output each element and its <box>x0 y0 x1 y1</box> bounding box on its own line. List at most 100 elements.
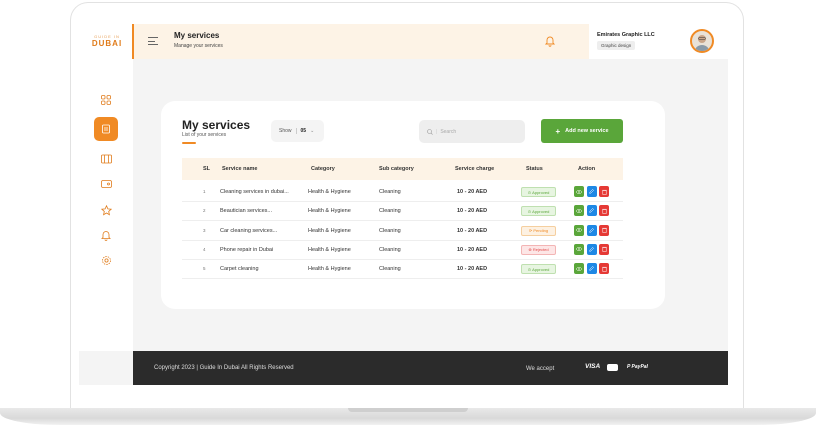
delete-button[interactable] <box>599 224 609 236</box>
delete-button[interactable] <box>599 263 609 275</box>
edit-button[interactable] <box>586 205 597 217</box>
edit-icon <box>589 266 594 271</box>
eye-icon <box>576 208 582 213</box>
paypal-text: PayPal <box>631 364 648 370</box>
row-sub-category: Cleaning <box>379 227 401 234</box>
eye-icon <box>576 247 582 252</box>
table-row: 2 Beautician services... Health & Hygiene C… <box>182 202 623 222</box>
status-badge: ⊙ Approved <box>521 206 556 217</box>
row-service-name[interactable]: Beautician services... <box>220 208 272 214</box>
trash-icon <box>601 247 607 253</box>
user-role: Graphic design <box>597 41 636 50</box>
card-subtitle: List of your services <box>182 132 227 138</box>
status-text: Approved <box>532 266 550 272</box>
mastercard-logo <box>607 364 618 371</box>
services-card: My services List of your services Show 0… <box>161 101 665 309</box>
delete-button[interactable] <box>599 205 609 217</box>
delete-button[interactable] <box>599 243 609 255</box>
chevron-down-icon: ⌄ <box>310 128 315 134</box>
status-text: Pending <box>533 228 549 234</box>
page-title: My services <box>174 31 220 40</box>
eye-icon <box>576 266 582 271</box>
row-sl: 1 <box>203 189 206 194</box>
show-count-select[interactable]: Show 05 ⌄ <box>271 120 324 142</box>
row-actions <box>574 263 609 275</box>
row-sl: 4 <box>203 246 206 252</box>
table-row: 1 Cleaning services in dubai... Health & H… <box>182 183 623 202</box>
view-button[interactable] <box>574 243 584 255</box>
header-bar: My services Manage your services <box>132 24 589 59</box>
edit-icon <box>589 208 594 214</box>
wallet-icon[interactable] <box>94 147 118 171</box>
edit-button[interactable] <box>586 224 597 236</box>
edit-icon <box>589 227 594 233</box>
logo-line2: DUBAI <box>91 39 123 48</box>
notification-bell-icon[interactable] <box>544 34 556 52</box>
col-status: Status <box>526 166 543 172</box>
trash-icon <box>601 266 607 272</box>
row-service-name[interactable]: Carpet cleaning <box>220 266 259 272</box>
row-service-charge: 10 - 20 AED <box>457 208 488 215</box>
we-accept-label: We accept <box>526 366 555 372</box>
plus-icon: + <box>555 126 561 136</box>
row-sub-category: Cleaning <box>379 246 401 253</box>
services-icon[interactable] <box>94 117 118 141</box>
edit-icon <box>589 189 594 194</box>
visa-logo: VISA <box>585 363 601 370</box>
view-button[interactable] <box>574 263 584 275</box>
delete-button[interactable] <box>599 186 609 197</box>
row-sub-category: Cleaning <box>379 266 401 273</box>
edit-button[interactable] <box>586 186 597 197</box>
view-button[interactable] <box>574 186 584 197</box>
card-icon[interactable] <box>94 172 118 196</box>
row-sl: 5 <box>203 266 206 272</box>
col-sl: SL <box>203 166 211 172</box>
row-service-name[interactable]: Phone repair in Dubai <box>220 247 273 253</box>
screen: GUIDE IN DUBAI My services Manage your s… <box>79 24 728 385</box>
user-profile[interactable]: Emirates Graphic LLC Graphic design <box>589 24 728 59</box>
row-actions <box>574 243 609 255</box>
row-sub-category: Cleaning <box>379 208 401 215</box>
menu-icon[interactable] <box>148 37 158 45</box>
eye-icon <box>576 228 582 232</box>
search-placeholder: Search <box>440 128 457 135</box>
laptop-notch <box>348 408 468 412</box>
avatar[interactable] <box>690 29 714 53</box>
row-category: Health & Hygiene <box>308 227 351 234</box>
footer: Copyright 2023 | Guide In Dubai All Righ… <box>133 351 728 385</box>
status-badge: ⊙ Approved <box>521 187 556 197</box>
dashboard-icon[interactable] <box>94 88 118 112</box>
edit-button[interactable] <box>586 263 597 275</box>
search-input[interactable]: | Search <box>419 120 525 143</box>
row-service-charge: 10 - 20 AED <box>457 246 488 253</box>
bell-icon[interactable] <box>94 223 118 247</box>
add-new-service-button[interactable]: + Add new service <box>541 119 623 143</box>
trash-icon <box>601 228 607 233</box>
table-row: 4 Phone repair in Dubai Health & Hygiene Cl… <box>182 241 623 260</box>
row-category: Health & Hygiene <box>308 246 351 253</box>
view-button[interactable] <box>574 205 584 217</box>
col-service-charge: Service charge <box>455 166 495 172</box>
row-service-charge: 10 - 20 AED <box>457 266 488 273</box>
table-header: SL Service name Category Sub category Se… <box>182 158 623 180</box>
row-category: Health & Hygiene <box>308 266 351 273</box>
row-category: Health & Hygiene <box>308 208 351 215</box>
row-sl: 3 <box>203 227 206 233</box>
logo[interactable]: GUIDE IN DUBAI <box>87 34 127 54</box>
trash-icon <box>601 208 607 214</box>
user-name: Emirates Graphic LLC <box>597 32 655 38</box>
title-underline <box>182 142 196 144</box>
col-action: Action <box>578 166 596 172</box>
row-service-name[interactable]: Cleaning services in dubai... <box>220 189 289 195</box>
star-icon[interactable] <box>94 198 118 222</box>
settings-icon[interactable] <box>94 248 118 272</box>
trash-icon <box>601 189 607 195</box>
paypal-logo: P PayPal <box>627 364 648 370</box>
row-service-charge: 10 - 20 AED <box>457 227 488 234</box>
status-badge: ⟳ Pending <box>521 225 556 236</box>
status-badge: ⊗ Rejected <box>521 244 556 255</box>
row-category: Health & Hygiene <box>308 189 351 195</box>
view-button[interactable] <box>574 224 584 236</box>
row-service-name[interactable]: Car cleaning services... <box>220 228 277 234</box>
edit-button[interactable] <box>586 243 597 255</box>
